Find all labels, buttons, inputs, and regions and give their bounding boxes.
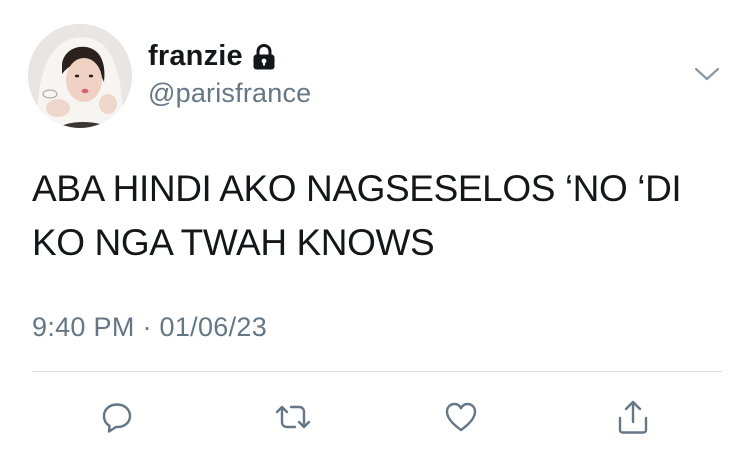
lock-icon (251, 43, 277, 71)
tweet-card: franzie @parisfrance ABA HINDI AKO NAGSE… (0, 0, 750, 461)
display-name-row: franzie (148, 40, 277, 73)
tweet-timestamp[interactable]: 9:40 PM · 01/06/23 (32, 312, 267, 343)
reply-button[interactable] (92, 392, 142, 442)
divider (32, 371, 722, 372)
retweet-button[interactable] (268, 392, 318, 442)
chevron-down-icon[interactable] (692, 62, 722, 86)
retweet-icon (275, 405, 311, 429)
heart-icon (445, 402, 477, 432)
action-bar (0, 392, 750, 442)
reply-icon (102, 403, 132, 433)
display-name[interactable]: franzie (148, 40, 243, 73)
avatar[interactable] (28, 24, 132, 128)
tweet-text: ABA HINDI AKO NAGSESELOS ‘NO ‘DI KO NGA … (32, 168, 682, 263)
share-icon (618, 400, 648, 434)
share-button[interactable] (608, 392, 658, 442)
user-handle[interactable]: @parisfrance (148, 78, 311, 109)
like-button[interactable] (436, 392, 486, 442)
